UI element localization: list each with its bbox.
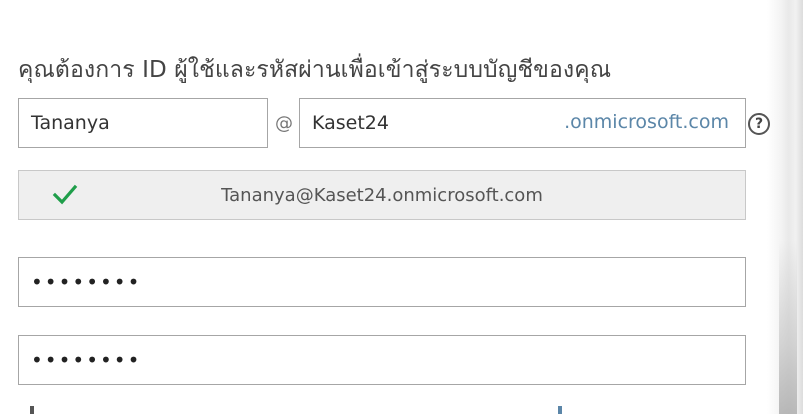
cutoff-link-fragment [558,406,562,414]
help-glyph: ? [754,116,764,132]
password-input[interactable]: •••••••• [18,257,746,307]
confirm-password-mask: •••••••• [31,348,142,372]
signup-page: คุณต้องการ ID ผู้ใช้และรหัสผ่านเพื่อเข้า… [0,0,803,414]
domain-value: Kaset24 [312,112,389,134]
availability-result: Tananya@Kaset24.onmicrosoft.com [18,170,746,220]
domain-input[interactable]: Kaset24 .onmicrosoft.com [299,98,746,148]
password-mask: •••••••• [31,270,142,294]
domain-suffix: .onmicrosoft.com [564,111,729,133]
confirm-password-input[interactable]: •••••••• [18,335,746,385]
username-input[interactable]: Tananya [18,98,268,148]
form-heading: คุณต้องการ ID ผู้ใช้และรหัสผ่านเพื่อเข้า… [18,57,612,83]
cutoff-text-fragment [30,406,34,414]
help-icon[interactable]: ? [748,113,770,135]
availability-text: Tananya@Kaset24.onmicrosoft.com [221,185,543,206]
at-symbol: @ [275,113,293,134]
username-value: Tananya [31,112,110,134]
background-image-detail [779,240,797,414]
